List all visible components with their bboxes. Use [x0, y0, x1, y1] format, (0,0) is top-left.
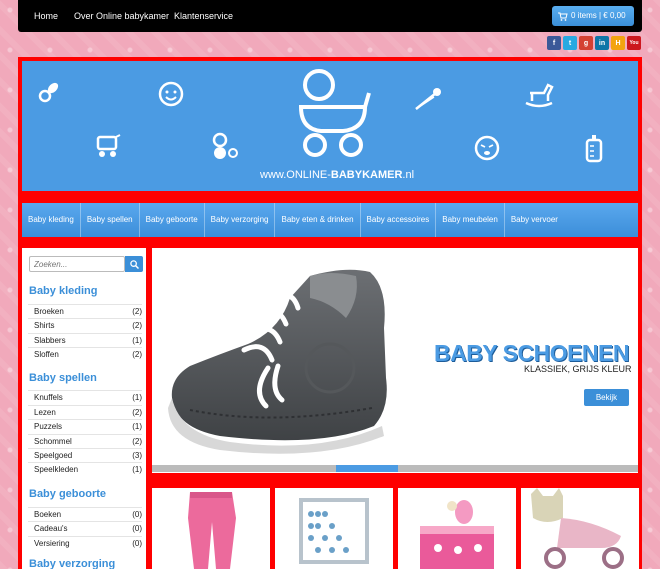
baby-carriage-icon — [96, 134, 121, 157]
catnav-baby-kleding[interactable]: Baby kleding — [22, 203, 81, 237]
sidebar-category-title[interactable]: Baby spellen — [29, 372, 97, 384]
sidebar-item-puzzels[interactable]: Puzzels (1) — [28, 419, 142, 433]
search-button[interactable] — [125, 256, 143, 272]
banner-subtitle: KLASSIEK, GRIJS KLEUR — [524, 364, 632, 374]
catnav-baby-spellen[interactable]: Baby spellen — [81, 203, 140, 237]
sidebar-item-label: Schommel — [34, 437, 72, 446]
facebook-icon[interactable]: f — [547, 36, 561, 50]
banner-title: BABY SCHOENEN — [434, 340, 630, 366]
site-header: www.ONLINE-BABYKAMER.nl — [22, 61, 638, 191]
sidebar-item-label: Slabbers — [34, 336, 66, 345]
sidebar-item-count: (1) — [132, 422, 142, 431]
catnav-baby-verzorging[interactable]: Baby verzorging — [205, 203, 276, 237]
sidebar-item-count: (2) — [132, 408, 142, 417]
nav-customer-service-link[interactable]: Klantenservice — [174, 11, 233, 21]
catnav-baby-accessoires[interactable]: Baby accessoires — [361, 203, 437, 237]
teddy-bear-icon — [212, 132, 238, 159]
top-bar: Home Over Online babykamer Klantenservic… — [18, 0, 642, 32]
sidebar-item-cadeaus[interactable]: Cadeau's (0) — [28, 521, 142, 535]
hero-slider: BABY SCHOENEN KLASSIEK, GRIJS KLEUR Beki… — [152, 248, 638, 473]
catnav-baby-geboorte[interactable]: Baby geboorte — [140, 203, 205, 237]
sidebar-item-count: (1) — [132, 393, 142, 402]
sidebar-item-count: (0) — [132, 524, 142, 533]
catnav-baby-eten-drinken[interactable]: Baby eten & drinken — [275, 203, 361, 237]
safety-pin-icon — [415, 88, 441, 110]
product-card[interactable] — [521, 488, 639, 569]
cat-walker-image — [531, 488, 624, 569]
catnav-baby-meubelen[interactable]: Baby meubelen — [436, 203, 505, 237]
sidebar-category-title[interactable]: Baby kleding — [29, 285, 97, 297]
sidebar-item-label: Versiering — [34, 539, 70, 548]
view-button[interactable]: Bekijk — [584, 389, 629, 406]
sidebar-item-slabbers[interactable]: Slabbers (1) — [28, 333, 142, 347]
sidebar-item-label: Puzzels — [34, 422, 63, 431]
shopping-cart-icon — [558, 12, 568, 21]
site-logo-text[interactable]: www.ONLINE-BABYKAMER.nl — [260, 169, 414, 181]
twitter-icon[interactable]: t — [563, 36, 577, 50]
sidebar-item-count: (3) — [132, 451, 142, 460]
category-nav: Baby kleding Baby spellen Baby geboorte … — [22, 203, 638, 237]
sidebar-category-title[interactable]: Baby geboorte — [29, 488, 106, 500]
sidebar-item-label: Broeken — [34, 307, 64, 316]
stroller-icon — [298, 69, 371, 157]
product-card[interactable] — [152, 488, 270, 569]
cart-button[interactable]: 0 items | € 0,00 — [552, 6, 634, 26]
search-icon — [129, 259, 139, 269]
sidebar-item-broeken[interactable]: Broeken (2) — [28, 304, 142, 318]
abacus-image — [299, 498, 369, 564]
crying-baby-icon — [474, 135, 500, 161]
logo-text-prefix: www.ONLINE- — [260, 169, 331, 181]
sidebar-item-label: Lezen — [34, 408, 56, 417]
sidebar-item-boeken[interactable]: Boeken (0) — [28, 507, 142, 521]
sidebar-item-count: (2) — [132, 321, 142, 330]
sidebar-item-count: (0) — [132, 510, 142, 519]
sidebar-item-sloffen[interactable]: Sloffen (2) — [28, 347, 142, 361]
logo-text-bold: BABYKAMER — [330, 169, 403, 181]
nav-about-link[interactable]: Over Online babykamer — [74, 11, 169, 21]
sidebar-item-lezen[interactable]: Lezen (2) — [28, 405, 142, 419]
sidebar-item-label: Boeken — [34, 510, 62, 519]
youtube-icon[interactable]: You — [627, 36, 641, 50]
baby-bottle-icon — [585, 135, 603, 163]
sidebar-item-label: Shirts — [34, 321, 55, 330]
main-frame: www.ONLINE-BABYKAMER.nl Baby kleding Bab… — [18, 57, 642, 569]
baby-face-icon — [158, 81, 184, 107]
google-plus-icon[interactable]: g — [579, 36, 593, 50]
sidebar-item-schommel[interactable]: Schommel (2) — [28, 434, 142, 448]
product-card[interactable] — [398, 488, 516, 569]
baby-shoe-image — [168, 269, 387, 454]
sidebar-item-count: (2) — [132, 350, 142, 359]
pacifier-icon — [38, 82, 59, 103]
sidebar-item-count: (0) — [132, 539, 142, 548]
sidebar-item-count: (2) — [132, 307, 142, 316]
search-input[interactable] — [29, 256, 125, 272]
cart-summary: 0 items | € 0,00 — [571, 11, 626, 20]
sidebar-item-label: Knuffels — [34, 393, 63, 402]
social-icons: f t g in H You — [547, 36, 641, 50]
sidebar-item-knuffels[interactable]: Knuffels (1) — [28, 390, 142, 404]
sidebar-item-label: Sloffen — [34, 350, 59, 359]
sidebar-item-versiering[interactable]: Versiering (0) — [28, 536, 142, 550]
sidebar-item-count: (2) — [132, 437, 142, 446]
sidebar-category-title[interactable]: Baby verzorging — [29, 558, 115, 569]
sidebar-item-shirts[interactable]: Shirts (2) — [28, 318, 142, 332]
linkedin-icon[interactable]: in — [595, 36, 609, 50]
rocking-horse-icon — [525, 83, 554, 108]
product-card[interactable] — [275, 488, 393, 569]
sidebar-item-count: (1) — [132, 465, 142, 474]
catnav-baby-vervoer[interactable]: Baby vervoer — [505, 203, 564, 237]
sidebar-item-speelkleden[interactable]: Speelkleden (1) — [28, 462, 142, 476]
slider-progress-thumb[interactable] — [336, 465, 398, 472]
sidebar-item-label: Speelgoed — [34, 451, 73, 460]
music-box-image — [420, 500, 494, 569]
sidebar-item-speelgoed[interactable]: Speelgoed (3) — [28, 448, 142, 462]
sidebar: Baby kleding Broeken (2) Shirts (2) Slabbe… — [22, 248, 146, 569]
pink-pants-image — [188, 492, 236, 569]
sidebar-item-count: (1) — [132, 336, 142, 345]
hyves-icon[interactable]: H — [611, 36, 625, 50]
sidebar-item-label: Speelkleden — [34, 465, 79, 474]
sidebar-item-label: Cadeau's — [34, 524, 68, 533]
nav-home-link[interactable]: Home — [34, 11, 58, 21]
logo-text-suffix: .nl — [402, 169, 415, 181]
